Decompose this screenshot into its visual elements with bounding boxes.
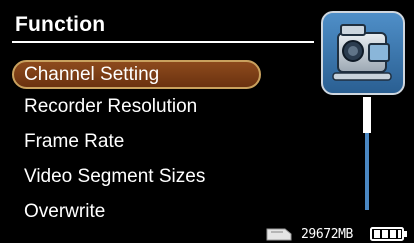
page-title: Function bbox=[15, 13, 106, 36]
video-camera-icon bbox=[321, 11, 405, 95]
function-menu-screen: Function Channel Setting Recorder Resolu… bbox=[0, 0, 414, 243]
video-camera-icon-graphic bbox=[332, 24, 392, 81]
sd-card-icon bbox=[266, 228, 292, 241]
menu-item-recorder-resolution[interactable]: Recorder Resolution bbox=[24, 96, 197, 118]
menu-item-overwrite[interactable]: Overwrite bbox=[24, 201, 105, 223]
free-memory-label: 29672MB bbox=[301, 227, 353, 242]
menu-item-channel-setting[interactable]: Channel Setting bbox=[12, 60, 261, 89]
menu-item-frame-rate[interactable]: Frame Rate bbox=[24, 131, 124, 153]
battery-icon bbox=[370, 227, 407, 241]
status-bar: 29672MB bbox=[264, 226, 410, 243]
title-divider bbox=[12, 41, 314, 43]
scrollbar-thumb[interactable] bbox=[363, 97, 371, 133]
menu-item-video-segment-sizes[interactable]: Video Segment Sizes bbox=[24, 166, 205, 188]
